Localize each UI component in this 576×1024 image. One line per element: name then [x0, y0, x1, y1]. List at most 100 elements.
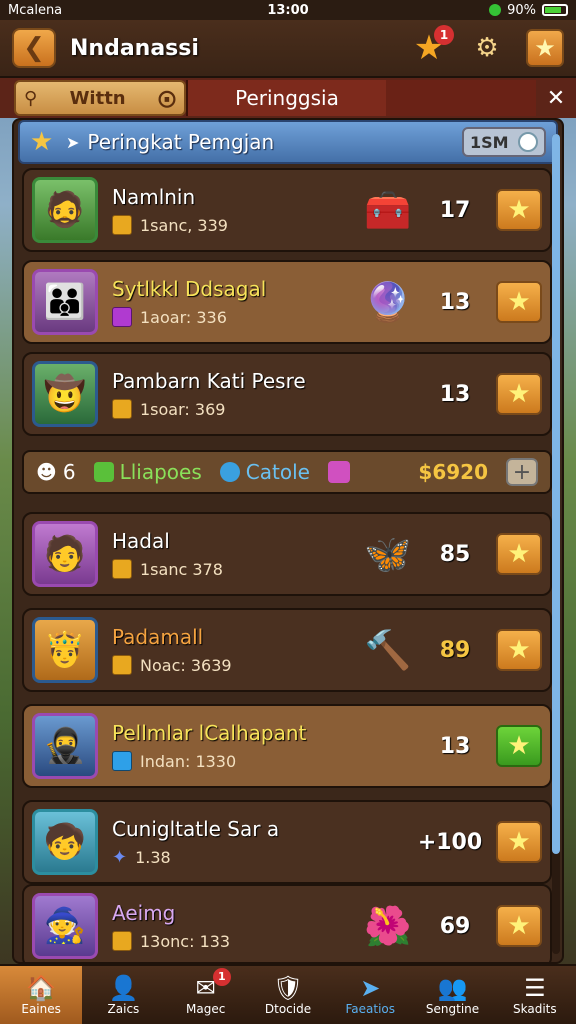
gem-icon — [112, 751, 132, 771]
section-header: ★ ➤ Peringkat Pemgjan 1SM — [18, 120, 558, 164]
scrollbar[interactable] — [552, 134, 560, 954]
resource-count: ☻ 6 — [36, 460, 76, 484]
gem-icon — [112, 559, 132, 579]
avatar: 👪 — [32, 269, 98, 335]
settings-button[interactable]: ⚙ — [468, 29, 506, 67]
avatar: 🤠 — [32, 361, 98, 427]
nav-item-profile[interactable]: 👤 Zaics — [82, 966, 164, 1024]
nav-item-events[interactable]: ➤ Faeatios — [329, 966, 411, 1024]
star-button[interactable]: ★ — [496, 533, 542, 575]
list-item[interactable]: 👪 Sytlkkl Ddsagal 1aoar: 336 🔮 13 ★ — [22, 260, 552, 344]
nav-item-menu[interactable]: ☰ Skadits — [494, 966, 576, 1024]
message-badge: 1 — [212, 968, 231, 986]
reward-item-icon: 🔨 — [364, 627, 412, 672]
tab-spacer — [386, 80, 536, 116]
avatar: 🥷 — [32, 713, 98, 779]
toggle-icon — [518, 132, 538, 152]
blue-orb-icon — [219, 462, 240, 482]
list-item[interactable]: 🧒 Cunigltatle Sar a ✦ 1.38 +100 ★ — [22, 800, 552, 884]
list-item[interactable]: 🧑 Hadal 1sanc 378 🦋 85 ★ — [22, 512, 552, 596]
list-item[interactable]: 🥷 Pellmlar lCalhapant Indan: 1330 13 ★ — [22, 704, 552, 788]
nav-item-friends[interactable]: 👥 Sengtine — [411, 966, 493, 1024]
star-box-icon: ★ — [534, 34, 556, 62]
tab-ranking[interactable]: Peringgsia — [186, 80, 386, 116]
page-title: Nndanassi — [70, 35, 199, 61]
player-score: 13 — [439, 733, 471, 759]
notification-dot-icon — [489, 4, 502, 16]
player-stat: 1.38 — [135, 847, 171, 867]
arrow-icon: ➤ — [66, 132, 80, 152]
nav-item-guild[interactable]: 🛡 Dtocide — [247, 966, 329, 1024]
star-button[interactable]: ★ — [496, 189, 542, 231]
spark-icon: ✦ — [112, 846, 128, 868]
star-button[interactable]: ★ — [496, 905, 542, 947]
star-button[interactable]: ★ — [496, 821, 542, 863]
star-button[interactable]: ★ — [496, 725, 542, 767]
notification-badge: 1 — [434, 25, 454, 45]
reward-item-icon: 🧰 — [364, 187, 412, 232]
green-gem-icon — [93, 462, 114, 482]
player-name: Cunigltatle Sar a — [112, 816, 280, 841]
close-button[interactable]: ✕ — [536, 86, 576, 111]
star-button[interactable]: ★ — [496, 281, 542, 323]
nav-label: Sengtine — [425, 1002, 480, 1016]
resource-count-value: 6 — [62, 460, 76, 484]
tab-ranking-label: Peringgsia — [235, 86, 339, 110]
back-button[interactable]: ❮ — [12, 28, 56, 68]
star-button[interactable]: ★ — [496, 629, 542, 671]
list-item[interactable]: 🤠 Pambarn Kati Pesre 1soar: 369 13 ★ — [22, 352, 552, 436]
gem-icon — [112, 307, 132, 327]
filter-pill-label: 1SM — [470, 132, 509, 152]
nav-item-messages[interactable]: ✉ Magec 1 — [165, 966, 247, 1024]
list-item[interactable]: 🤴 Padamall Noac: 3639 🔨 89 ★ — [22, 608, 552, 692]
list-item[interactable]: 🧙 Aeimg 13onc: 133 🌺 69 ★ — [22, 884, 552, 962]
avatar: 🧙 — [32, 893, 98, 959]
gear-icon: ⚙ — [475, 33, 499, 63]
bottom-nav: 🏠 Eaines 👤 Zaics ✉ Magec 1 🛡 Dtocide ➤ Faeatio… — [0, 964, 576, 1024]
player-stat: 1sanc 378 — [140, 559, 223, 579]
resource-two: Catole — [219, 460, 310, 484]
players-icon: ☻ — [36, 460, 57, 484]
player-score: 85 — [439, 541, 471, 567]
add-gold-button[interactable]: + — [506, 458, 538, 486]
nav-label: Magec — [186, 1002, 226, 1016]
reward-item-icon: 🌺 — [364, 903, 412, 948]
battery-percent: 90% — [507, 2, 537, 18]
pink-gem-icon — [327, 461, 350, 483]
profile-icon: 👤 — [108, 974, 139, 1002]
nav-label: Zaics — [107, 1002, 140, 1016]
search-icon: ⚲ — [24, 87, 38, 109]
leaderboard-panel: ★ ➤ Peringkat Pemgjan 1SM 🧔 Namlnin 1sanc… — [12, 118, 564, 964]
player-name: Namlnin — [112, 185, 196, 209]
player-score: +100 — [417, 829, 483, 855]
trophy-icon: ★ — [30, 127, 54, 157]
scroll-thumb[interactable] — [552, 134, 560, 854]
player-name: Padamall — [112, 625, 204, 649]
back-arrow-icon: ❮ — [23, 33, 45, 63]
player-name: Aeimg — [112, 901, 176, 925]
player-name: Hadal — [112, 529, 170, 553]
avatar: 🧑 — [32, 521, 98, 587]
filter-pill[interactable]: 1SM — [462, 127, 546, 157]
nav-label: Dtocide — [264, 1002, 312, 1016]
friends-icon: 👥 — [437, 974, 468, 1002]
player-score: 69 — [439, 913, 471, 939]
star-button[interactable]: ★ — [496, 373, 542, 415]
favorites-button[interactable]: ★ — [526, 29, 564, 67]
nav-label: Faeatios — [345, 1002, 396, 1016]
player-score: 17 — [439, 197, 471, 223]
close-icon: ✕ — [546, 85, 566, 111]
nav-item-home[interactable]: 🏠 Eaines — [0, 966, 83, 1024]
gem-icon — [112, 931, 132, 951]
player-stat: Indan: 1330 — [140, 751, 237, 771]
player-score: 13 — [439, 289, 471, 315]
gem-icon — [112, 215, 132, 235]
resource-one: Lliapoes — [93, 460, 202, 484]
achievements-button[interactable]: ★ 1 — [410, 25, 454, 67]
list-item[interactable]: 🧔 Namlnin 1sanc, 339 🧰 17 ★ — [22, 168, 552, 252]
status-icons: 90% — [381, 2, 569, 18]
resource-one-label: Lliapoes — [119, 460, 202, 484]
nav-label: Skadits — [513, 1002, 557, 1016]
clock: 13:00 — [267, 2, 309, 18]
search-tab[interactable]: ⚲ Wittn ⨀ — [14, 80, 186, 116]
